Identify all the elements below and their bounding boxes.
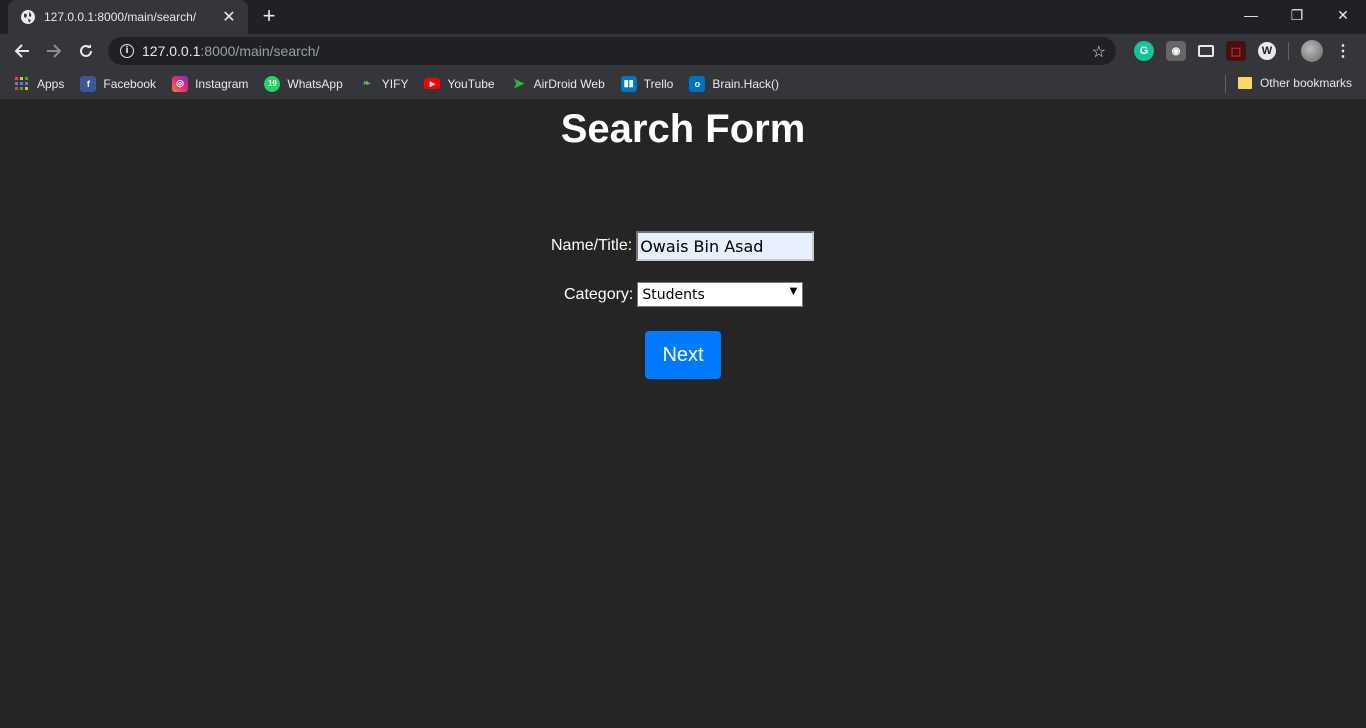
address-bar[interactable]: i 127.0.0.1:8000/main/search/ ☆ [108,37,1116,65]
name-label: Name/Title: [551,237,633,254]
bookmark-label: Apps [37,76,65,91]
forward-arrow-icon [47,44,62,58]
extensions-area: G ◉ ⬚ W ⋮ [1128,34,1351,68]
instagram-icon: ◎ [172,75,189,92]
dropdown-arrow-icon: ▼ [789,286,798,297]
next-button[interactable]: Next [645,331,721,379]
w-extension-icon[interactable]: W [1258,42,1276,60]
page-content: Search Form Name/Title: Owais Bin Asad C… [0,101,1366,728]
name-title-input[interactable]: Owais Bin Asad [636,231,815,261]
pdf-extension-icon[interactable]: ⬚ [1226,41,1246,61]
yify-icon: ❧ [363,78,371,88]
grammarly-icon[interactable]: G [1134,41,1154,61]
forward-button[interactable] [38,35,70,67]
minimize-button[interactable]: — [1228,0,1274,30]
other-bookmarks-label: Other bookmarks [1259,76,1352,90]
trello-icon: ▮▮ [620,75,637,92]
tab-close-icon[interactable]: ✕ [220,7,238,27]
restore-button[interactable]: ❐ [1274,0,1320,30]
category-select[interactable]: Students ▼ [637,282,804,307]
bookmark-whatsapp[interactable]: 19 WhatsApp [264,75,343,92]
bookmarks-separator [1225,75,1226,93]
reload-button[interactable] [70,35,102,67]
category-selected-value: Students [642,286,705,303]
bookmark-brainhack[interactable]: o Brain.Hack() [689,75,779,92]
outlook-icon: o [689,75,706,92]
profile-avatar[interactable] [1301,40,1323,62]
bookmark-star-icon[interactable]: ☆ [1092,42,1106,62]
youtube-icon: ▶ [424,78,441,89]
back-arrow-icon [14,44,29,58]
bookmark-trello[interactable]: ▮▮ Trello [620,75,674,92]
tab-strip: 127.0.0.1:8000/main/search/ ✕ + — ❐ ✕ [0,0,1366,34]
bookmark-facebook[interactable]: f Facebook [80,75,157,92]
category-row: Category: Students ▼ [564,282,804,307]
facebook-icon: f [80,75,97,92]
bookmark-airdroid[interactable]: ➤ AirDroid Web [511,75,605,92]
bookmark-youtube[interactable]: ▶ YouTube [424,76,495,91]
tab-title: 127.0.0.1:8000/main/search/ [44,10,197,24]
bookmark-label: YIFY [381,76,409,91]
bookmark-label: Trello [643,76,674,91]
apps-grid-icon [14,76,30,92]
name-row: Name/Title: Owais Bin Asad [551,231,815,261]
other-bookmarks[interactable]: Other bookmarks [1237,76,1352,90]
bookmark-yify[interactable]: ❧ YIFY [359,76,409,92]
bookmark-instagram[interactable]: ◎ Instagram [172,75,249,92]
bookmark-label: AirDroid Web [533,76,605,91]
page-title: Search Form [560,107,806,151]
folder-icon [1237,77,1252,89]
picture-in-picture-icon[interactable] [1198,45,1214,57]
bookmark-apps[interactable]: Apps [14,76,64,92]
bookmarks-bar: Apps f Facebook ◎ Instagram 19 WhatsApp … [0,68,1366,100]
close-window-button[interactable]: ✕ [1320,0,1366,30]
bookmark-label: Facebook [103,76,157,91]
bookmark-label: WhatsApp [287,76,343,91]
bookmark-label: Instagram [195,76,249,91]
airdroid-icon: ➤ [512,75,525,91]
site-info-icon[interactable]: i [120,44,134,58]
lightbulb-extension-icon[interactable]: ◉ [1166,41,1186,61]
bookmark-label: YouTube [447,76,495,91]
new-tab-button[interactable]: + [258,5,280,28]
reload-icon [80,44,92,57]
url-host: 127.0.0.1 [142,43,201,59]
whatsapp-icon: 19 [264,75,281,92]
url-path: :8000/main/search/ [200,43,320,59]
bookmark-label: Brain.Hack() [712,76,779,91]
toolbar-separator [1288,42,1289,60]
window-controls: — ❐ ✕ [1228,0,1366,30]
browser-menu-icon[interactable]: ⋮ [1335,41,1351,61]
globe-icon [20,9,36,25]
browser-tab[interactable]: 127.0.0.1:8000/main/search/ ✕ [8,0,248,34]
back-button[interactable] [6,35,38,67]
category-label: Category: [564,285,634,303]
